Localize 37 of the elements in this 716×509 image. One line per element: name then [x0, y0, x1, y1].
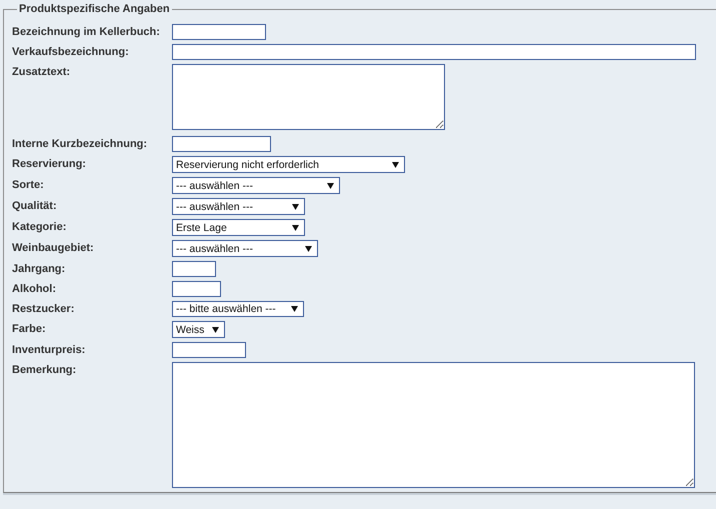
field-label: Bezeichnung im Kellerbuch:: [12, 25, 161, 39]
field-label: Alkohol:: [12, 282, 57, 296]
field-label: Weinbaugebiet:: [12, 241, 95, 255]
field-label: Verkaufsbezeichnung:: [12, 45, 130, 59]
text-area[interactable]: [172, 64, 445, 130]
caret-icon: [392, 162, 399, 168]
dropdown[interactable]: --- bitte auswählen ---: [172, 301, 304, 317]
field-label: Sorte:: [12, 178, 45, 192]
caret-icon: [305, 246, 312, 252]
field-label: Reservierung:: [12, 157, 87, 171]
dropdown[interactable]: Reservierung nicht erforderlich: [172, 156, 405, 173]
caret-icon: [292, 224, 299, 230]
input-field[interactable]: [172, 281, 221, 297]
field-label: Kategorie:: [12, 220, 68, 234]
input-field[interactable]: [172, 136, 271, 152]
field-label: Restzucker:: [12, 302, 76, 316]
caret-icon: [327, 182, 334, 188]
field-label: Interne Kurzbezeichnung:: [12, 137, 148, 151]
dropdown[interactable]: --- auswählen ---: [172, 240, 318, 257]
field-label: Jahrgang:: [12, 262, 66, 276]
caret-icon: [212, 326, 219, 332]
field-label: Farbe:: [12, 322, 47, 336]
dropdown[interactable]: Erste Lage: [172, 219, 305, 236]
dropdown[interactable]: --- auswählen ---: [172, 177, 340, 194]
dropdown[interactable]: --- auswählen ---: [172, 198, 305, 215]
section-title: Produktspezifische Angaben: [18, 3, 171, 15]
input-field[interactable]: [172, 261, 216, 277]
field-label: Bemerkung:: [12, 363, 78, 377]
dropdown[interactable]: Weiss: [172, 321, 225, 338]
input-field[interactable]: [172, 342, 246, 358]
input-field[interactable]: [172, 44, 696, 60]
input-field[interactable]: [172, 24, 266, 40]
field-label: Inventurpreis:: [12, 343, 86, 357]
field-label: Qualität:: [12, 199, 58, 213]
caret-icon: [292, 204, 299, 210]
caret-icon: [291, 306, 298, 312]
field-label: Zusatztext:: [12, 65, 72, 79]
